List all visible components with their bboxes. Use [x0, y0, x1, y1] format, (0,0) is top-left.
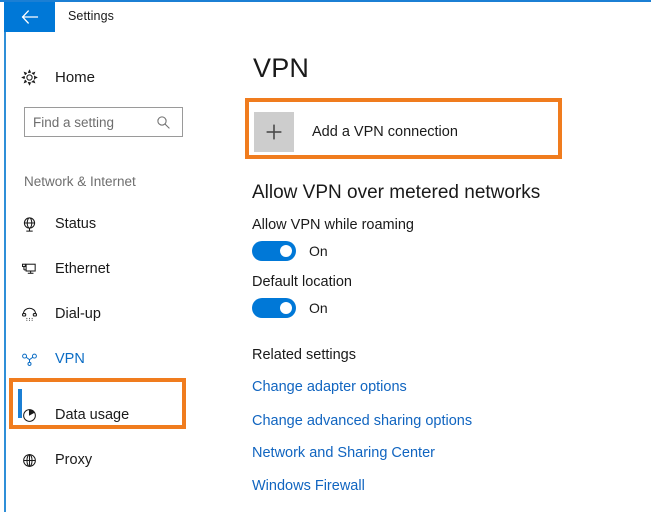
vpn-key-icon [6, 351, 40, 368]
back-arrow-icon [21, 10, 39, 24]
sidebar: Home Network & Internet [6, 34, 231, 512]
globe-icon [6, 216, 40, 233]
toggle-knob [280, 302, 292, 314]
allow-vpn-roaming-toggle-group: On [252, 241, 328, 261]
window-title: Settings [68, 9, 114, 23]
sidebar-item-home[interactable]: Home [6, 59, 211, 95]
default-location-label: Default location [252, 274, 352, 290]
link-change-adapter-options[interactable]: Change adapter options [252, 379, 407, 395]
settings-window: Settings Home Find a setting Network & I… [0, 0, 651, 512]
sidebar-item-label: Proxy [55, 452, 93, 468]
sidebar-item-label: Home [55, 68, 96, 86]
sidebar-item-label: VPN [55, 351, 85, 367]
sidebar-item-dial-up[interactable]: Dial-up [6, 296, 211, 332]
allow-vpn-roaming-label: Allow VPN while roaming [252, 217, 414, 233]
pie-chart-icon [6, 407, 40, 424]
sidebar-section-header: Network & Internet [24, 174, 136, 189]
related-settings-heading: Related settings [252, 347, 356, 363]
title-bar: Settings [0, 2, 651, 34]
sidebar-item-label: Data usage [55, 407, 130, 423]
default-location-state: On [309, 300, 328, 316]
default-location-toggle-group: On [252, 298, 328, 318]
plus-icon [254, 112, 294, 152]
sidebar-item-label: Dial-up [55, 306, 101, 322]
metered-networks-heading: Allow VPN over metered networks [252, 182, 541, 203]
allow-vpn-roaming-state: On [309, 243, 328, 259]
add-vpn-connection-label: Add a VPN connection [312, 124, 458, 140]
allow-vpn-roaming-toggle[interactable] [252, 241, 296, 261]
sidebar-item-data-usage[interactable]: Data usage [6, 397, 211, 433]
monitor-icon [6, 261, 40, 278]
add-vpn-connection-button[interactable]: Add a VPN connection [249, 104, 566, 160]
sidebar-item-proxy[interactable]: Proxy [6, 442, 211, 478]
link-network-and-sharing-center[interactable]: Network and Sharing Center [252, 445, 435, 461]
sidebar-item-label: Ethernet [55, 261, 110, 277]
search-input[interactable] [25, 109, 150, 135]
sidebar-item-ethernet[interactable]: Ethernet [6, 251, 211, 287]
link-windows-firewall[interactable]: Windows Firewall [252, 478, 365, 494]
search-box[interactable] [24, 107, 183, 137]
sidebar-item-vpn[interactable]: VPN [6, 341, 211, 377]
link-change-advanced-sharing-options[interactable]: Change advanced sharing options [252, 413, 472, 429]
main-content: VPN Add a VPN connection Allow VPN over … [231, 34, 651, 512]
gear-icon [6, 68, 40, 86]
toggle-knob [280, 245, 292, 257]
page-title: VPN [253, 53, 310, 83]
back-button[interactable] [4, 2, 55, 32]
default-location-toggle[interactable] [252, 298, 296, 318]
globe-icon [6, 452, 40, 469]
sidebar-item-status[interactable]: Status [6, 206, 211, 242]
phone-icon [6, 306, 40, 323]
search-icon[interactable] [150, 115, 176, 130]
sidebar-item-label: Status [55, 216, 97, 232]
